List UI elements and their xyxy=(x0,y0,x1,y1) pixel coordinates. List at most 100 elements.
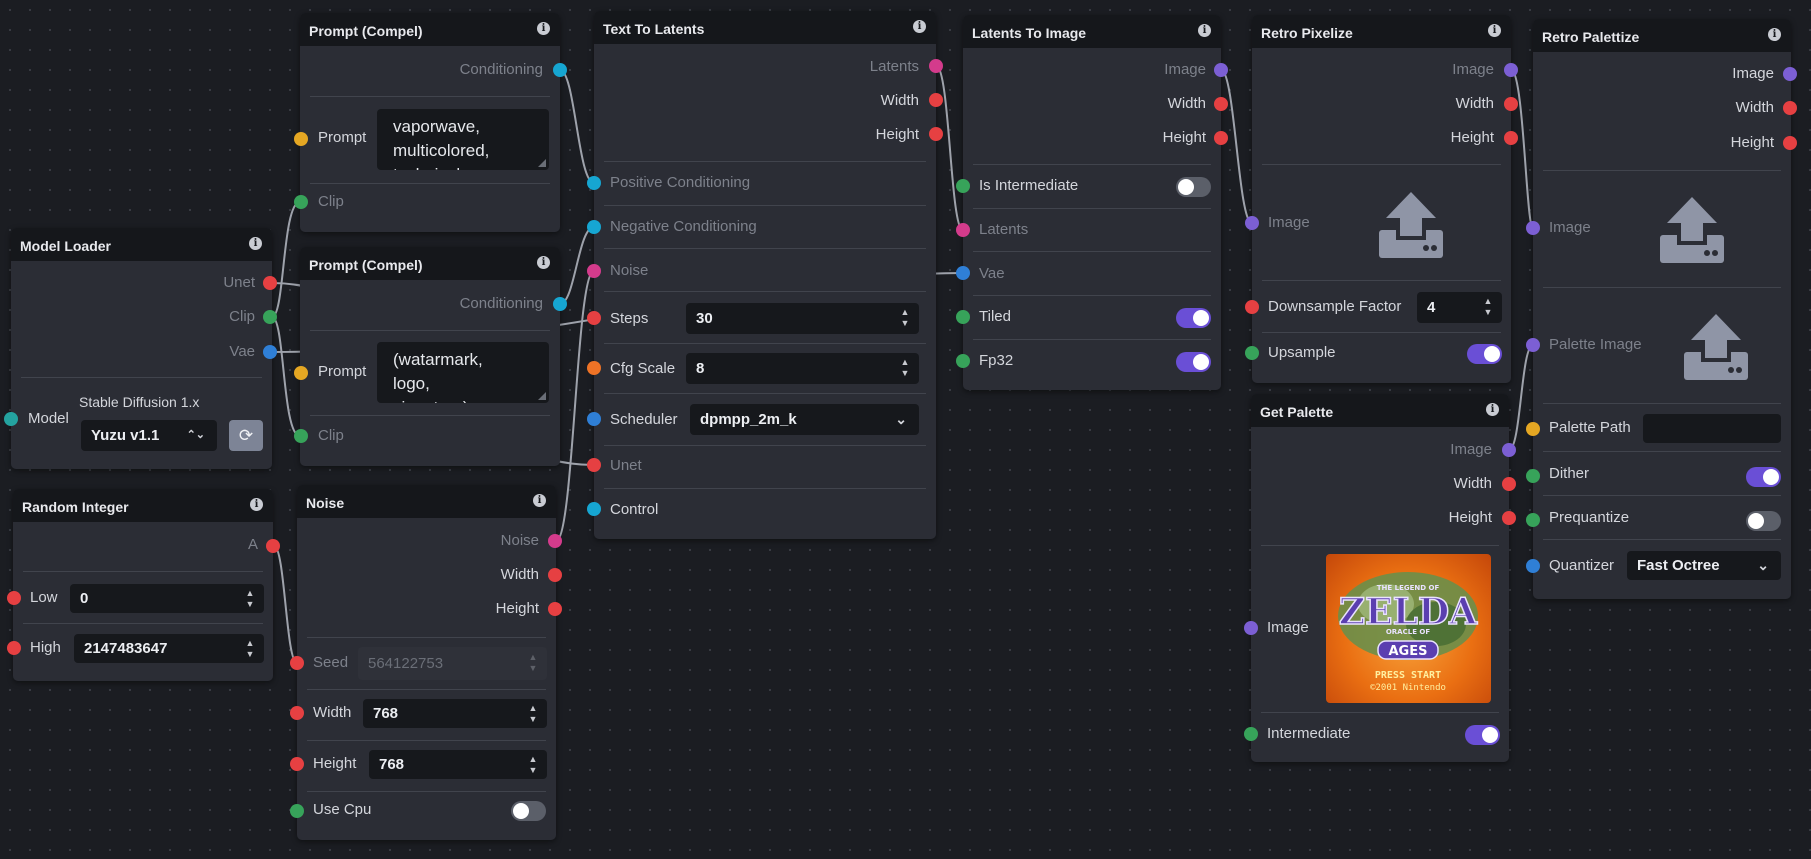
input-height-handle[interactable] xyxy=(290,757,304,771)
node-header[interactable]: Model Loader i xyxy=(11,228,272,261)
refresh-models-button[interactable]: ⟳ xyxy=(229,420,263,451)
input-image-handle[interactable] xyxy=(1526,221,1540,235)
random-integer-node[interactable]: Random Integer i A Low 0 ▲ ▼ High 2147483… xyxy=(13,489,273,681)
input-width-handle[interactable] xyxy=(290,706,304,720)
prompt-textarea[interactable]: vaporwave, multicolored, technicolor, xyxy=(377,109,549,170)
input-palette-image-handle[interactable] xyxy=(1526,338,1540,352)
latents-to-image-node[interactable]: Latents To Image i Image Width Height Is… xyxy=(963,15,1221,390)
input-prequantize-handle[interactable] xyxy=(1526,513,1540,527)
prequantize-toggle[interactable] xyxy=(1746,511,1781,531)
upload-icon[interactable] xyxy=(1657,195,1727,265)
input-noise-handle[interactable] xyxy=(587,264,601,278)
input-prompt-handle[interactable] xyxy=(294,366,308,380)
steps-input[interactable]: 30 ▲ ▼ xyxy=(686,303,919,334)
height-input[interactable]: 768 ▲ ▼ xyxy=(369,750,547,779)
input-prompt-handle[interactable] xyxy=(294,132,308,146)
stepper-icon[interactable]: ▲ ▼ xyxy=(245,638,255,660)
retro-pixelize-node[interactable]: Retro Pixelize i Image Width Height Imag… xyxy=(1252,15,1511,383)
noise-node[interactable]: Noise i Noise Width Height Seed 56412275… xyxy=(297,485,556,840)
input-quantizer-handle[interactable] xyxy=(1526,559,1540,573)
stepper-icon[interactable]: ▲ ▼ xyxy=(900,307,910,329)
output-height-handle[interactable] xyxy=(1504,131,1518,145)
input-palette-path-handle[interactable] xyxy=(1526,422,1540,436)
model-select[interactable]: Yuzu v1.1 ⌃⌄ xyxy=(81,420,217,451)
is-intermediate-toggle[interactable] xyxy=(1176,177,1211,197)
output-height-handle[interactable] xyxy=(1502,511,1516,525)
text-to-latents-node[interactable]: Text To Latents i Latents Width Height P… xyxy=(594,11,936,539)
node-header[interactable]: Retro Palettize i xyxy=(1533,19,1791,52)
palette-path-input[interactable] xyxy=(1643,414,1781,443)
input-downsample-factor-handle[interactable] xyxy=(1245,300,1259,314)
input-intermediate-handle[interactable] xyxy=(1244,727,1258,741)
input-fp32-handle[interactable] xyxy=(956,354,970,368)
info-icon[interactable]: i xyxy=(249,237,262,250)
node-header[interactable]: Latents To Image i xyxy=(963,15,1221,48)
info-icon[interactable]: i xyxy=(537,256,550,269)
output-image-handle[interactable] xyxy=(1504,63,1518,77)
output-conditioning-handle[interactable] xyxy=(553,63,567,77)
output-vae-handle[interactable] xyxy=(263,345,277,359)
scheduler-select[interactable]: dpmpp_2m_k ⌄ xyxy=(690,404,919,435)
use-cpu-toggle[interactable] xyxy=(511,801,546,821)
input-clip-handle[interactable] xyxy=(294,195,308,209)
input-seed-handle[interactable] xyxy=(290,656,304,670)
dither-toggle[interactable] xyxy=(1746,467,1781,487)
fp32-toggle[interactable] xyxy=(1176,352,1211,372)
output-width-handle[interactable] xyxy=(1502,477,1516,491)
prompt-compel-node-positive[interactable]: Prompt (Compel) i Conditioning Prompt va… xyxy=(300,13,560,232)
output-height-handle[interactable] xyxy=(1783,136,1797,150)
node-header[interactable]: Retro Pixelize i xyxy=(1252,15,1511,48)
info-icon[interactable]: i xyxy=(250,498,263,511)
input-image-handle[interactable] xyxy=(1244,621,1258,635)
output-width-handle[interactable] xyxy=(1783,101,1797,115)
input-high-handle[interactable] xyxy=(7,641,21,655)
output-height-handle[interactable] xyxy=(548,602,562,616)
info-icon[interactable]: i xyxy=(913,20,926,33)
info-icon[interactable]: i xyxy=(533,494,546,507)
retro-palettize-node[interactable]: Retro Palettize i Image Width Height Ima… xyxy=(1533,19,1791,599)
downsample-factor-input[interactable]: 4 ▲ ▼ xyxy=(1417,292,1502,323)
upload-icon[interactable] xyxy=(1376,190,1446,260)
stepper-icon[interactable]: ▲ ▼ xyxy=(1483,296,1493,318)
node-header[interactable]: Prompt (Compel) i xyxy=(300,247,560,280)
output-width-handle[interactable] xyxy=(1504,97,1518,111)
tiled-toggle[interactable] xyxy=(1176,308,1211,328)
upload-icon[interactable] xyxy=(1681,312,1751,382)
model-loader-node[interactable]: Model Loader i Unet Clip Vae Model Stabl… xyxy=(11,228,272,469)
input-tiled-handle[interactable] xyxy=(956,310,970,324)
high-input[interactable]: 2147483647 ▲ ▼ xyxy=(74,634,264,663)
input-negative-conditioning-handle[interactable] xyxy=(587,220,601,234)
input-vae-handle[interactable] xyxy=(956,266,970,280)
input-scheduler-handle[interactable] xyxy=(587,412,601,426)
input-use-cpu-handle[interactable] xyxy=(290,804,304,818)
node-header[interactable]: Text To Latents i xyxy=(594,11,936,44)
stepper-icon[interactable]: ▲ ▼ xyxy=(528,703,538,725)
info-icon[interactable]: i xyxy=(1198,24,1211,37)
input-upsample-handle[interactable] xyxy=(1245,346,1259,360)
input-is-intermediate-handle[interactable] xyxy=(956,179,970,193)
output-width-handle[interactable] xyxy=(1214,97,1228,111)
info-icon[interactable]: i xyxy=(1486,403,1499,416)
output-image-handle[interactable] xyxy=(1783,67,1797,81)
info-icon[interactable]: i xyxy=(1768,28,1781,41)
input-steps-handle[interactable] xyxy=(587,311,601,325)
stepper-icon[interactable]: ▲ ▼ xyxy=(245,588,255,610)
input-unet-handle[interactable] xyxy=(587,458,601,472)
low-input[interactable]: 0 ▲ ▼ xyxy=(70,584,264,613)
input-image-handle[interactable] xyxy=(1245,216,1259,230)
node-header[interactable]: Prompt (Compel) i xyxy=(300,13,560,46)
quantizer-select[interactable]: Fast Octree ⌄ xyxy=(1627,551,1781,580)
output-latents-handle[interactable] xyxy=(929,59,943,73)
output-unet-handle[interactable] xyxy=(263,276,277,290)
output-height-handle[interactable] xyxy=(1214,131,1228,145)
palette-image-thumbnail[interactable]: THE LEGEND OF ZELDA ORACLE OF AGES PRESS… xyxy=(1326,554,1491,703)
prompt-compel-node-negative[interactable]: Prompt (Compel) i Conditioning Prompt (w… xyxy=(300,247,560,466)
node-header[interactable]: Noise i xyxy=(297,485,556,518)
output-image-handle[interactable] xyxy=(1214,63,1228,77)
width-input[interactable]: 768 ▲ ▼ xyxy=(363,699,547,728)
input-dither-handle[interactable] xyxy=(1526,469,1540,483)
info-icon[interactable]: i xyxy=(1488,24,1501,37)
node-header[interactable]: Random Integer i xyxy=(13,489,273,522)
output-height-handle[interactable] xyxy=(929,127,943,141)
input-latents-handle[interactable] xyxy=(956,223,970,237)
